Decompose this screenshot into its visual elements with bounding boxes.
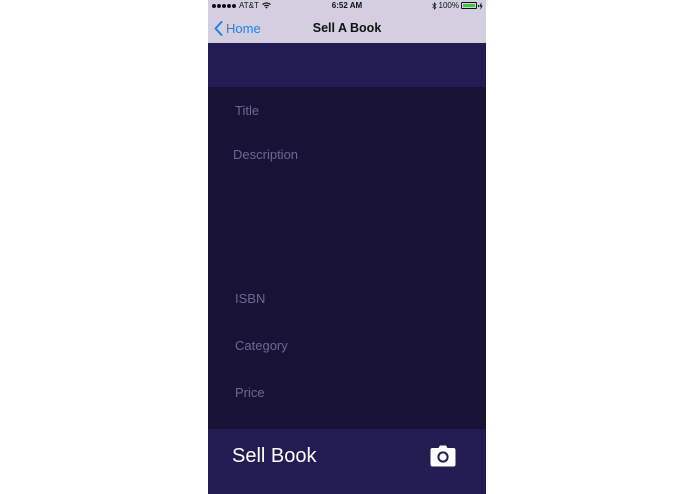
battery-percent: 100%	[438, 1, 459, 10]
category-placeholder: Category	[235, 338, 288, 353]
description-placeholder: Description	[233, 147, 299, 162]
price-field[interactable]: Price	[208, 385, 486, 405]
header-band	[208, 43, 486, 87]
description-field[interactable]: Description	[208, 147, 486, 267]
isbn-field[interactable]: ISBN	[208, 291, 486, 311]
status-bar: AT&T 6:52 AM 100%	[208, 0, 486, 13]
battery-fill	[463, 4, 475, 7]
charging-icon	[479, 1, 483, 10]
title-placeholder: Title	[235, 103, 260, 118]
status-right: 100%	[431, 1, 483, 10]
navigation-bar: Home Sell A Book	[208, 13, 486, 43]
sell-book-button[interactable]: Sell Book	[232, 429, 317, 484]
category-field[interactable]: Category	[208, 338, 486, 358]
phone-screen: AT&T 6:52 AM 100% Home Sell A Book Title…	[208, 0, 486, 494]
camera-icon[interactable]	[430, 445, 456, 467]
bluetooth-icon	[431, 1, 437, 10]
battery-icon	[461, 2, 479, 9]
price-placeholder: Price	[235, 385, 265, 400]
title-field[interactable]: Title	[208, 103, 486, 123]
isbn-placeholder: ISBN	[235, 291, 266, 306]
page-title: Sell A Book	[312, 21, 382, 35]
bottom-bar: Sell Book	[208, 429, 486, 494]
